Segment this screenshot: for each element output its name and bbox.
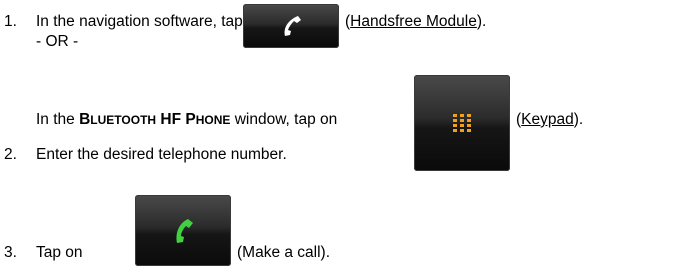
call-icon [176, 218, 193, 243]
handsfree-module-link[interactable]: Handsfree Module [350, 13, 477, 30]
keypad-button[interactable] [414, 75, 510, 171]
step-1-line-b-prefix: In the [36, 111, 75, 128]
step-1-line-b: In the BLUETOOTH HF PHONE window, tap on [36, 111, 337, 129]
step-1-prefix: In the navigation software, tap on [36, 13, 265, 30]
step-2-text: Enter the desired telephone number. [36, 146, 287, 163]
step-1-keypad-caption: (Keypad). [516, 111, 584, 128]
step-1-handsfree-caption: (Handsfree Module). [345, 13, 487, 30]
make-call-button[interactable] [135, 195, 231, 266]
step-1-line-a: In the navigation software, tap on [36, 13, 264, 31]
phone-handset-icon [284, 16, 301, 36]
keypad-icon [453, 114, 471, 132]
step-3-number: 3. [4, 244, 17, 261]
step-3-prefix: Tap on [36, 244, 83, 261]
step-1-line-b-middle: window, tap on [234, 111, 338, 128]
keypad-link[interactable]: Keypad [521, 111, 574, 128]
or-separator: - OR - [36, 33, 79, 50]
step-1-number: 1. [4, 13, 17, 30]
handsfree-module-button[interactable] [243, 4, 339, 48]
step-2-number: 2. [4, 146, 17, 163]
window-name: BLUETOOTH HF PHONE [79, 111, 231, 128]
step-3-suffix: (Make a call). [237, 244, 331, 261]
